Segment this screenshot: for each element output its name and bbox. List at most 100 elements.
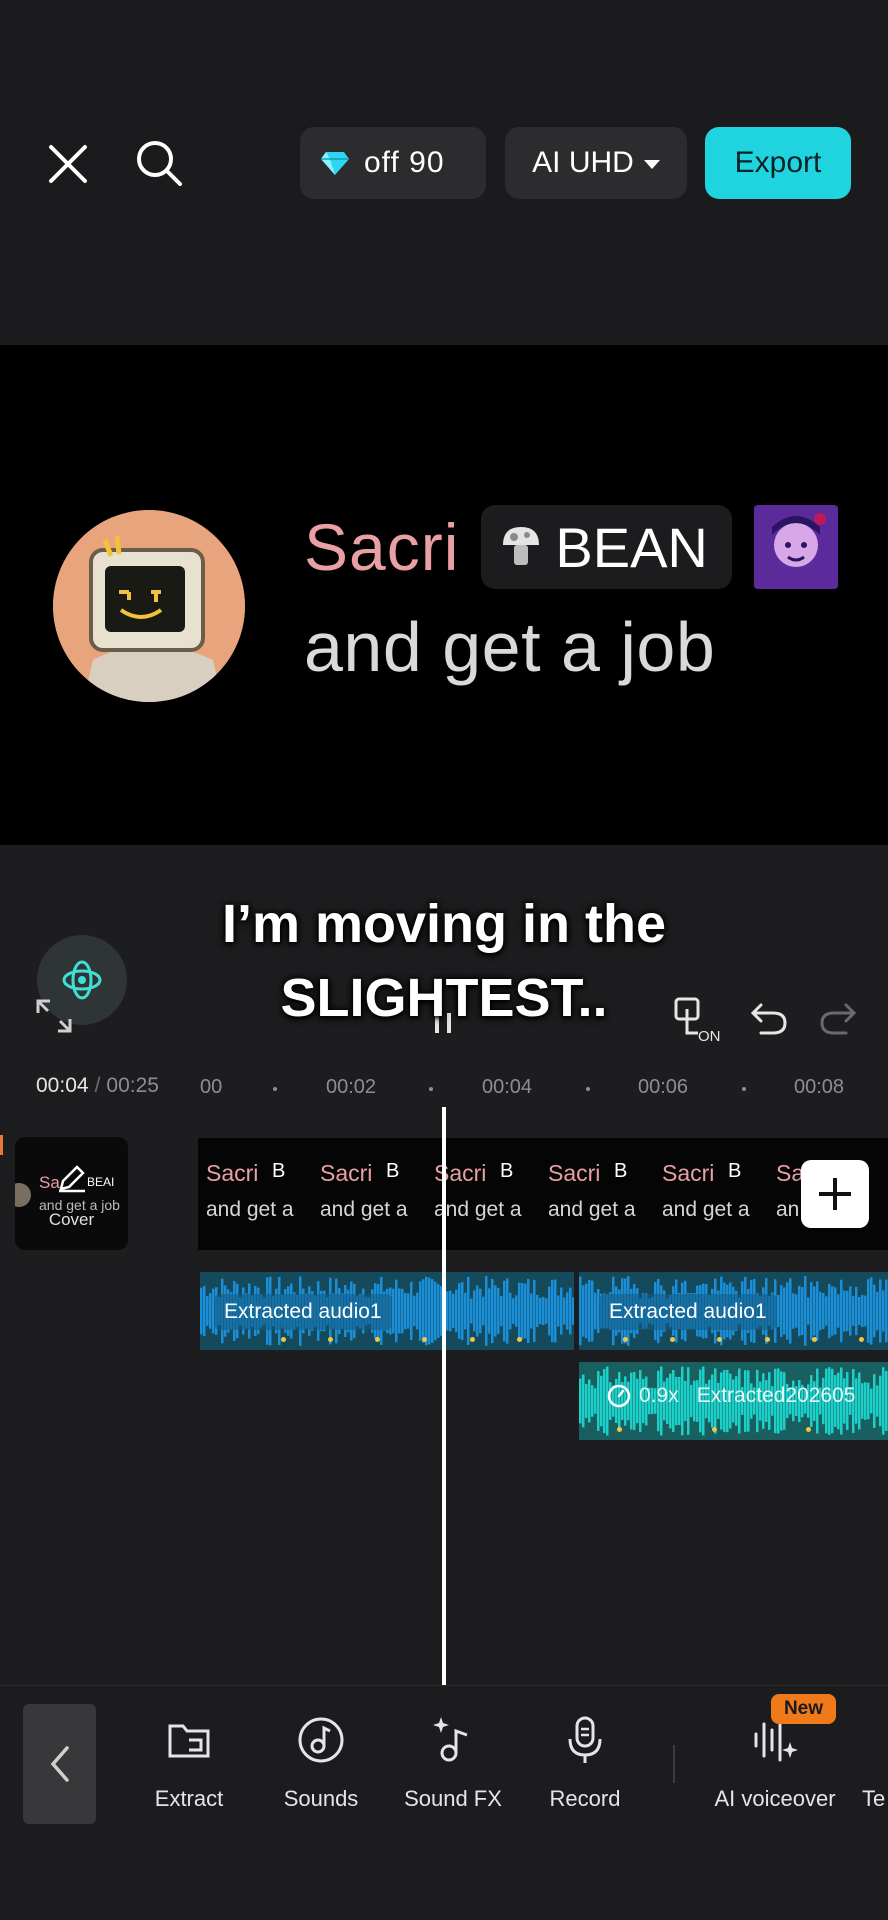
back-button[interactable] [23,1704,96,1824]
frame-badge: B [500,1160,514,1182]
sfx-clip[interactable]: 0.9x Extracted202605 [579,1362,888,1440]
video-frame: Sacri B and get a [312,1138,426,1250]
frame-name: Sacri [662,1160,715,1186]
beat-marker [717,1337,722,1342]
sparkle-note-icon [425,1712,481,1768]
resolution-label: AI UHD [532,146,634,179]
pro-offer-pill[interactable]: off 90 [300,127,486,199]
ruler-dot [273,1087,277,1091]
frame-badge: B [728,1160,742,1182]
cover-label: Cover [48,1210,95,1229]
tool-extract[interactable]: Extract [124,1712,254,1812]
beat-marker [859,1337,864,1342]
ruler-label: 00 [200,1076,223,1098]
ruler-label: 00:08 [794,1076,845,1098]
ruler-label: 00:04 [482,1076,533,1098]
ruler-dot [429,1087,433,1091]
beat-marker [422,1337,427,1342]
frame-message: and get a [320,1198,408,1221]
beat-marker [670,1337,675,1342]
total-time: 00:25 [106,1074,159,1097]
frame-name: Sacri [548,1160,601,1186]
music-disc-icon [293,1712,349,1768]
tool-label: Record [549,1786,621,1811]
avatar [53,510,245,702]
ruler-label: 00:06 [638,1076,689,1098]
beat-marker [617,1427,622,1432]
playhead[interactable] [442,1107,446,1685]
edit-pencil-icon [59,1165,85,1193]
audio-clip[interactable]: Extracted audio1 [579,1272,888,1350]
tool-sounds[interactable]: Sounds [256,1712,386,1812]
pro-offer-text: off 90 [364,146,445,179]
tool-record[interactable]: Record [520,1712,650,1812]
tool-label: Sound FX [404,1786,502,1811]
time-separator: / [94,1074,101,1097]
frame-message: and get a [434,1198,522,1221]
beat-marker [517,1337,522,1342]
tool-label: Te [862,1786,886,1811]
cover-button[interactable]: Sa BEAI and get a job Cover [15,1137,128,1250]
cover-thumb-badge: BEAI [87,1175,115,1189]
folder-extract-icon [161,1712,217,1768]
timecode: 00:04/00:25 [36,1074,159,1098]
caret-down-icon [643,160,660,169]
search-icon[interactable] [132,136,186,190]
video-frame: Sacri B and get a [198,1138,312,1250]
resolution-dropdown[interactable]: AI UHD [505,127,687,199]
frame-message: and get a [662,1198,750,1221]
toolbar-divider [673,1745,675,1783]
beat-marker [765,1337,770,1342]
add-clip-button[interactable] [801,1160,869,1228]
beat-marker [806,1427,811,1432]
new-badge: New [771,1694,836,1724]
caption-line-1: I’m moving in the [221,894,667,954]
chevron-left-icon [50,1746,69,1782]
frame-message: an [776,1198,800,1221]
speed-gauge-icon [607,1384,631,1408]
profile-message: and get a job [304,608,716,686]
tool-text-partial[interactable]: Te [862,1712,888,1812]
beat-marker [375,1337,380,1342]
frame-badge: B [614,1160,628,1182]
diamond-icon [321,152,349,175]
video-preview[interactable]: Sacri BEAN and get a job [0,345,888,845]
frame-badge: B [386,1160,400,1182]
audio-clip-label: Extracted audio1 [599,1294,777,1330]
sfx-speed: 0.9x [639,1384,679,1407]
beat-marker [328,1337,333,1342]
frame-name: Sa [776,1160,805,1186]
audio-clip-label: Extracted audio1 [214,1294,392,1330]
text-tool-icon [862,1712,888,1768]
caption-line-2: SLIGHTEST.. [280,968,608,1028]
audio-clip[interactable]: Extracted audio1 [200,1272,574,1350]
close-icon[interactable] [44,140,92,188]
current-time: 00:04 [36,1074,89,1097]
video-frame: Sacri B and get a [654,1138,768,1250]
beat-marker [281,1337,286,1342]
frame-badge: B [272,1160,286,1182]
beat-marker [812,1337,817,1342]
plus-icon [819,1178,851,1210]
sfx-clip-label: 0.9x Extracted202605 [607,1384,856,1408]
sfx-name: Extracted202605 [696,1384,856,1407]
caption-overlay: I’m moving in the SLIGHTEST.. [0,887,888,1035]
ruler-label: 00:02 [326,1076,377,1098]
beat-marker [470,1337,475,1342]
tool-label: AI voiceover [714,1786,836,1811]
video-track[interactable]: Sacri B and get a Sacri B and get a Sacr… [198,1138,888,1250]
mushroom-icon [503,527,540,565]
frame-message: and get a [206,1198,294,1221]
beat-marker [712,1427,717,1432]
purple-character-image [753,505,838,589]
frame-name: Sacri [320,1160,373,1186]
tool-sound-fx[interactable]: Sound FX [388,1712,518,1812]
beat-marker [623,1337,628,1342]
frame-name: Sacri [206,1160,259,1186]
tool-ai-voiceover[interactable]: AI voiceover [710,1712,840,1812]
microphone-icon [557,1712,613,1768]
export-button[interactable]: Export [705,127,851,199]
ruler-dot [742,1087,746,1091]
video-frame: Sacri B and get a [540,1138,654,1250]
tool-label: Extract [154,1786,224,1811]
